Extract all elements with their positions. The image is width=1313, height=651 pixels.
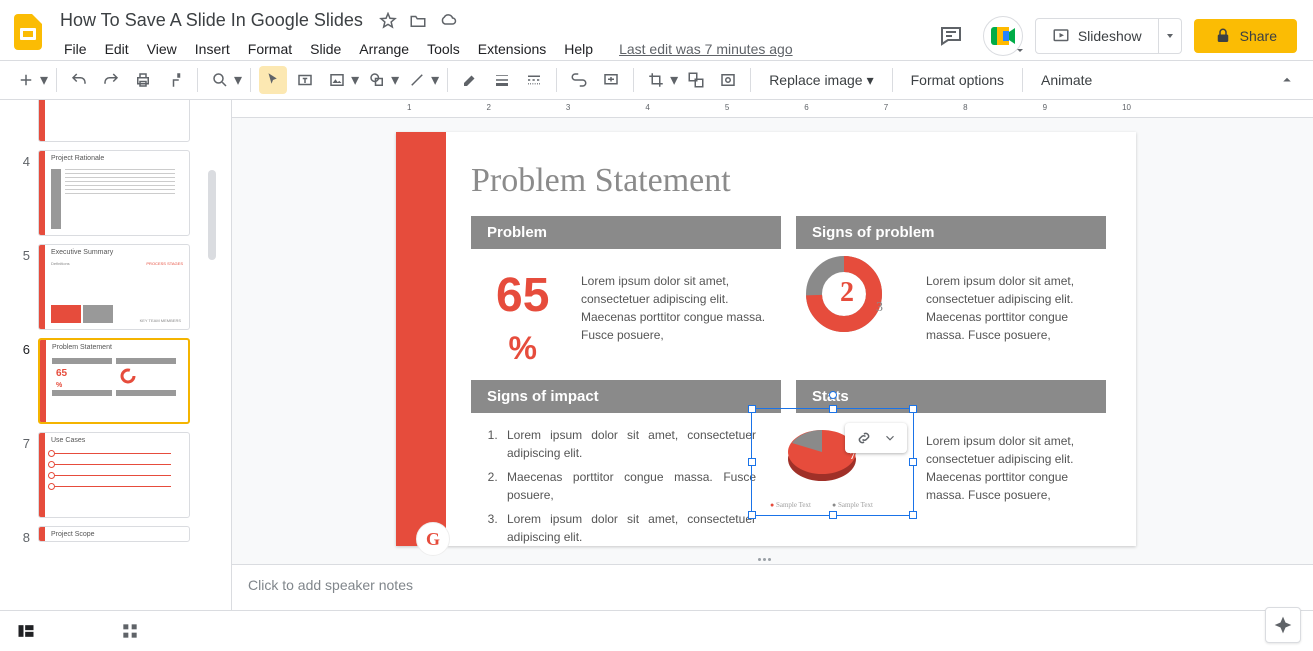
resize-handle[interactable]	[829, 511, 837, 519]
slideshow-dropdown[interactable]	[1159, 18, 1182, 54]
horizontal-ruler: 12345678910	[232, 100, 1313, 118]
big-number[interactable]: 65%	[496, 272, 549, 368]
titlebar-right: Slideshow Share	[931, 16, 1297, 56]
toolbar: ▾ ▾ ▾ ▾ ▾ ▾ Replace image▾ Format option…	[0, 60, 1313, 100]
paint-format-tool[interactable]	[161, 66, 189, 94]
share-label: Share	[1240, 28, 1277, 44]
menu-file[interactable]: File	[56, 37, 95, 61]
crop-tool[interactable]: ▾	[642, 66, 678, 94]
chart-link-popup	[845, 423, 907, 453]
menu-view[interactable]: View	[139, 37, 185, 61]
menu-arrange[interactable]: Arrange	[351, 37, 417, 61]
resize-handle[interactable]	[748, 405, 756, 413]
section-signs-problem[interactable]: Signs of problem	[796, 216, 1106, 249]
meet-icon[interactable]	[983, 16, 1023, 56]
rotate-handle[interactable]	[829, 391, 837, 399]
notes-resize-handle[interactable]	[216, 555, 1313, 564]
g-badge[interactable]: G	[416, 522, 450, 556]
slideshow-button[interactable]: Slideshow	[1035, 18, 1159, 54]
filmstrip-scrollbar[interactable]	[208, 170, 216, 260]
redo-tool[interactable]	[97, 66, 125, 94]
collapse-toolbar-icon[interactable]	[1273, 66, 1301, 94]
slide-thumb-selected[interactable]: 6 Problem Statement 65%	[0, 336, 216, 426]
menu-slide[interactable]: Slide	[302, 37, 349, 61]
document-info: How To Save A Slide In Google Slides Fil…	[56, 8, 931, 61]
bottombar	[0, 611, 1313, 651]
explore-button[interactable]	[1265, 607, 1301, 643]
legend-2: ● Sample Text	[832, 501, 873, 509]
stats-body[interactable]: Lorem ipsum dolor sit amet, consectetuer…	[926, 432, 1101, 504]
comments-icon[interactable]	[931, 16, 971, 56]
resize-handle[interactable]	[909, 405, 917, 413]
resize-handle[interactable]	[909, 458, 917, 466]
resize-handle[interactable]	[829, 405, 837, 413]
zoom-tool[interactable]: ▾	[206, 66, 242, 94]
reset-image-tool[interactable]	[714, 66, 742, 94]
slide-thumb[interactable]: 8 Project Scope	[0, 524, 216, 547]
share-button[interactable]: Share	[1194, 19, 1297, 53]
grid-view-icon[interactable]	[116, 617, 144, 645]
slide-thumb[interactable]: Document History	[0, 100, 216, 144]
menu-extensions[interactable]: Extensions	[470, 37, 554, 61]
filmstrip[interactable]: Document History 4 Project Rationale 5 E…	[0, 100, 216, 610]
donut-number: 2	[840, 277, 854, 309]
resize-handle[interactable]	[909, 511, 917, 519]
replace-image-button[interactable]: Replace image▾	[759, 66, 883, 95]
cloud-icon[interactable]	[439, 12, 457, 30]
speaker-notes[interactable]: Click to add speaker notes	[232, 564, 1313, 610]
comment-tool[interactable]	[597, 66, 625, 94]
resize-handle[interactable]	[748, 511, 756, 519]
section-problem[interactable]: Problem	[471, 216, 781, 249]
select-tool[interactable]	[259, 66, 287, 94]
menu-insert[interactable]: Insert	[187, 37, 238, 61]
slides-app-icon[interactable]	[8, 12, 48, 52]
vertical-ruler	[216, 100, 232, 610]
undo-tool[interactable]	[65, 66, 93, 94]
menu-bar: File Edit View Insert Format Slide Arran…	[56, 37, 931, 61]
star-icon[interactable]	[379, 12, 397, 30]
slide-thumb[interactable]: 4 Project Rationale	[0, 148, 216, 238]
animate-button[interactable]: Animate	[1031, 66, 1102, 94]
main-area: Document History 4 Project Rationale 5 E…	[0, 100, 1313, 611]
slide-accent-bar	[396, 132, 446, 546]
link-tool[interactable]	[565, 66, 593, 94]
border-color-tool[interactable]	[456, 66, 484, 94]
slideshow-label: Slideshow	[1078, 28, 1142, 44]
slide-thumb[interactable]: 5 Executive Summary Definitions PROCESS …	[0, 242, 216, 332]
mask-tool[interactable]	[682, 66, 710, 94]
filmstrip-view-icon[interactable]	[12, 617, 40, 645]
donut-sub: 3	[876, 300, 883, 316]
chevron-down-icon[interactable]	[883, 431, 897, 445]
document-title[interactable]: How To Save A Slide In Google Slides	[56, 8, 367, 33]
section-impact[interactable]: Signs of impact	[471, 380, 781, 413]
menu-edit[interactable]: Edit	[97, 37, 137, 61]
slide-thumb[interactable]: 7 Use Cases	[0, 430, 216, 520]
problem-body[interactable]: Lorem ipsum dolor sit amet, consectetuer…	[581, 272, 771, 344]
signs-problem-body[interactable]: Lorem ipsum dolor sit amet, consectetuer…	[926, 272, 1101, 344]
image-tool[interactable]: ▾	[323, 66, 359, 94]
menu-help[interactable]: Help	[556, 37, 601, 61]
link-icon[interactable]	[855, 429, 873, 447]
slideshow-button-group: Slideshow	[1035, 18, 1182, 54]
border-weight-tool[interactable]	[488, 66, 516, 94]
shape-tool[interactable]: ▾	[363, 66, 399, 94]
impact-list[interactable]: Lorem ipsum dolor sit amet, consectetuer…	[481, 426, 756, 546]
selected-chart[interactable]: 70 ● Sample Text ● Sample Text	[751, 408, 914, 516]
slide-title[interactable]: Problem Statement	[471, 162, 731, 200]
move-icon[interactable]	[409, 12, 427, 30]
print-tool[interactable]	[129, 66, 157, 94]
slide-canvas[interactable]: Problem Statement Problem Signs of probl…	[396, 132, 1136, 546]
border-dash-tool[interactable]	[520, 66, 548, 94]
format-options-button[interactable]: Format options	[901, 66, 1014, 94]
menu-tools[interactable]: Tools	[419, 37, 468, 61]
new-slide-tool[interactable]: ▾	[12, 66, 48, 94]
legend-1: ● Sample Text	[770, 501, 811, 509]
titlebar: How To Save A Slide In Google Slides Fil…	[0, 0, 1313, 60]
line-tool[interactable]: ▾	[403, 66, 439, 94]
menu-format[interactable]: Format	[240, 37, 300, 61]
last-edit-link[interactable]: Last edit was 7 minutes ago	[619, 41, 793, 57]
canvas-area[interactable]: 12345678910 Problem Statement Problem Si…	[216, 100, 1313, 610]
textbox-tool[interactable]	[291, 66, 319, 94]
resize-handle[interactable]	[748, 458, 756, 466]
